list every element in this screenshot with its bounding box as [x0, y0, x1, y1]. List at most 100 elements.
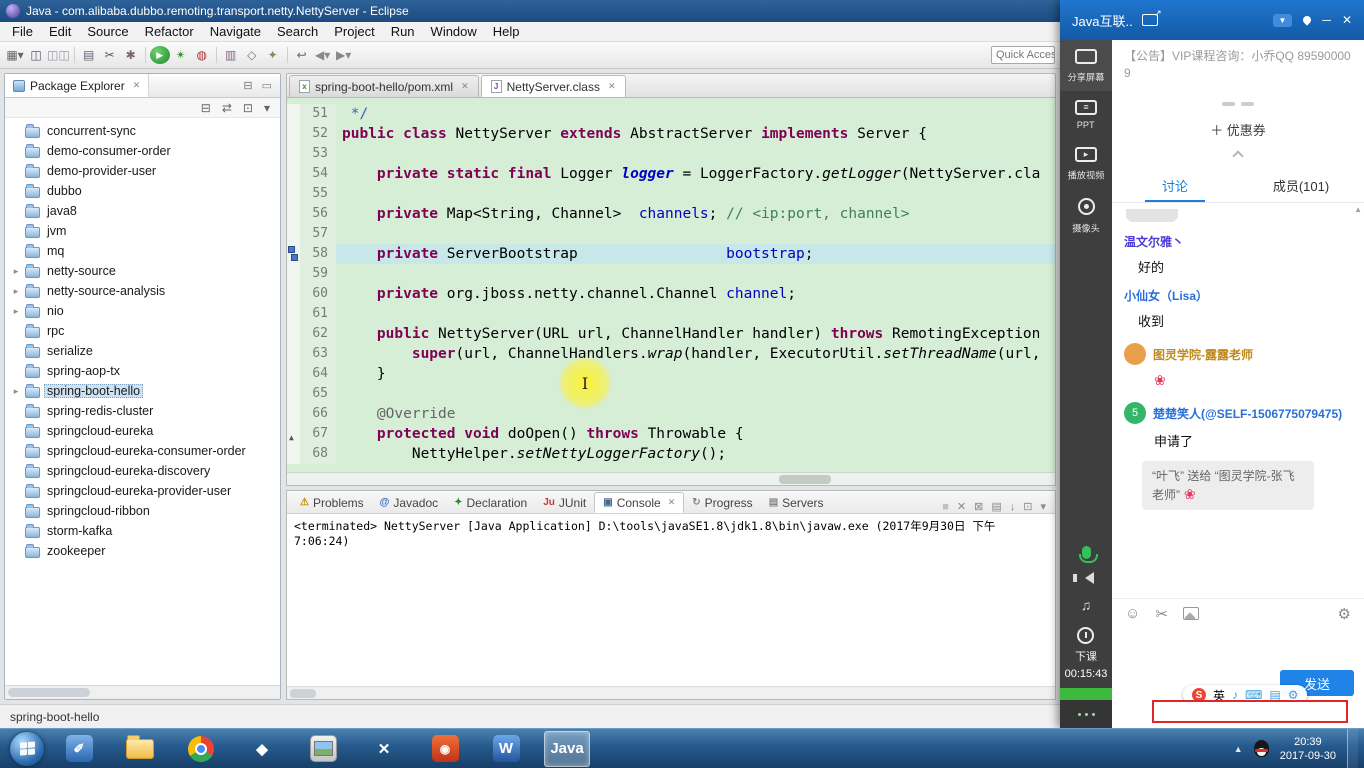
close-icon[interactable]: ✕ — [668, 497, 676, 508]
project-zookeeper[interactable]: zookeeper — [5, 541, 280, 561]
scissors-icon[interactable]: ✂ — [1155, 605, 1168, 623]
sidebar-camera[interactable]: 摄像头 — [1060, 189, 1112, 242]
avatar[interactable]: 5 — [1124, 402, 1146, 424]
menu-source[interactable]: Source — [79, 23, 136, 40]
console-hscrollbar[interactable] — [287, 686, 1055, 699]
console-tab-progress[interactable]: ↻ Progress — [684, 492, 760, 513]
print-icon[interactable]: ▤ — [79, 45, 99, 65]
menu-navigate[interactable]: Navigate — [202, 23, 269, 40]
code-line-62[interactable]: 62 public NettyServer(URL url, ChannelHa… — [287, 324, 1055, 344]
project-jvm[interactable]: jvm — [5, 221, 280, 241]
clear-console-icon[interactable]: ▤ — [991, 500, 1001, 513]
quick-access-box[interactable]: Quick Access — [991, 46, 1055, 64]
package-explorer-tab[interactable]: Package Explorer ✕ — [5, 74, 150, 97]
menu-run[interactable]: Run — [383, 23, 423, 40]
code-line-59[interactable]: 59 — [287, 264, 1055, 284]
taskbar-folder[interactable] — [117, 731, 163, 767]
scroll-lock-icon[interactable]: ↓ — [1010, 501, 1016, 513]
emoji-icon[interactable]: ☺ — [1125, 605, 1140, 622]
scrollbar-thumb[interactable] — [290, 689, 316, 698]
minimize-view-icon[interactable]: ⊟ — [243, 79, 252, 92]
console-output[interactable]: <terminated> NettyServer [Java Applicati… — [287, 514, 1055, 686]
chat-username[interactable]: 楚楚笑人(@SELF-1506775079475) — [1153, 405, 1342, 422]
taskbar-java-ide[interactable]: Java — [544, 730, 590, 767]
code-line-64[interactable]: 64 } — [287, 364, 1055, 384]
code-line-65[interactable]: 65 — [287, 384, 1055, 404]
code-editor[interactable]: 51 */52 public class NettyServer extends … — [286, 97, 1056, 486]
microphone-icon[interactable] — [1078, 546, 1098, 563]
project-rpc[interactable]: rpc — [5, 321, 280, 341]
console-tab-problems[interactable]: ⚠ Problems — [292, 492, 372, 513]
scrollbar-thumb[interactable] — [8, 688, 90, 697]
back-icon[interactable]: ◀▾ — [313, 45, 333, 65]
project-spring-aop-tx[interactable]: spring-aop-tx — [5, 361, 280, 381]
chat-username[interactable]: 小仙女（Lisa） — [1124, 287, 1352, 304]
taskbar-clock[interactable]: 20:39 2017-09-30 — [1280, 735, 1336, 763]
chat-tab-discussion[interactable]: 讨论 — [1112, 169, 1238, 202]
project-springcloud-eureka[interactable]: springcloud-eureka — [5, 421, 280, 441]
code-line-55[interactable]: 55 — [287, 184, 1055, 204]
code-line-54[interactable]: 54 private static final Logger logger = … — [287, 164, 1055, 184]
forward-icon[interactable]: ▶▾ — [334, 45, 354, 65]
project-springcloud-eureka-provider-user[interactable]: springcloud-eureka-provider-user — [5, 481, 280, 501]
sidebar-share-screen[interactable]: 分享屏幕 — [1060, 40, 1112, 91]
chat-username[interactable]: 图灵学院-露露老师 — [1153, 346, 1253, 363]
save-icon[interactable]: ◫ — [26, 45, 46, 65]
focus-icon[interactable]: ⊡ — [243, 101, 253, 115]
taskbar-blue-app[interactable]: ✐ — [56, 731, 102, 767]
view-menu-icon[interactable]: ▾ — [264, 101, 270, 115]
console-tab-declaration[interactable]: ✦ Declaration — [446, 492, 535, 513]
expand-arrow-icon[interactable]: ▸ — [11, 286, 21, 297]
image-icon[interactable] — [1182, 607, 1199, 620]
start-button[interactable] — [10, 731, 44, 766]
code-line-53[interactable]: 53 — [287, 144, 1055, 164]
terminate-icon[interactable]: ■ — [942, 501, 949, 513]
coverage-icon[interactable]: ◍ — [192, 45, 212, 65]
console-menu-icon[interactable]: ▾ — [1040, 500, 1046, 513]
close-icon[interactable]: ✕ — [608, 81, 616, 92]
last-edit-icon[interactable]: ↩ — [292, 45, 312, 65]
code-line-67[interactable]: ▲ 67 protected void doOpen() throws Throw… — [287, 424, 1055, 444]
maximize-view-icon[interactable]: ▭ — [262, 79, 272, 92]
close-icon[interactable]: ✕ — [1342, 13, 1352, 27]
project-concurrent-sync[interactable]: concurrent-sync — [5, 121, 280, 141]
taskbar-recorder[interactable]: ◉ — [422, 731, 468, 767]
scroll-up-icon[interactable]: ▲ — [1354, 205, 1362, 214]
console-tab-console[interactable]: ▣ Console ✕ — [594, 492, 685, 513]
pin-icon[interactable] — [1301, 14, 1314, 26]
sidebar-play-video[interactable]: ▸ 播放视频 — [1060, 138, 1112, 189]
code-line-63[interactable]: 63 super(url, ChannelHandlers.wrap(handl… — [287, 344, 1055, 364]
close-icon[interactable]: ✕ — [133, 80, 141, 91]
code-line-61[interactable]: 61 — [287, 304, 1055, 324]
collapse-chevron-icon[interactable] — [1112, 147, 1364, 162]
run-icon[interactable]: ▶ — [149, 46, 170, 64]
console-tab-javadoc[interactable]: @ Javadoc — [372, 492, 446, 513]
new-package-icon[interactable]: ▥ — [221, 45, 241, 65]
menu-refactor[interactable]: Refactor — [137, 23, 202, 40]
menu-edit[interactable]: Edit — [41, 23, 79, 40]
code-line-52[interactable]: 52 public class NettyServer extends Abstr… — [287, 124, 1055, 144]
code-line-58[interactable]: 58 private ServerBootstrap bootstrap; — [287, 244, 1055, 264]
collapse-all-icon[interactable]: ⊟ — [201, 101, 211, 115]
project-dubbo[interactable]: dubbo — [5, 181, 280, 201]
new-wizard-icon[interactable]: ▦▾ — [5, 45, 25, 65]
chat-tab-members[interactable]: 成员(101) — [1238, 169, 1364, 202]
scissors-icon[interactable]: ✂ — [100, 45, 120, 65]
chevron-down-icon[interactable]: ▼ — [1272, 13, 1293, 27]
code-line-56[interactable]: 56 private Map<String, Channel> channels… — [287, 204, 1055, 224]
project-springcloud-eureka-discovery[interactable]: springcloud-eureka-discovery — [5, 461, 280, 481]
editor-tab[interactable]: J NettyServer.class ✕ — [480, 75, 626, 97]
taskbar-red-x-app[interactable]: ✕ — [361, 731, 407, 767]
code-line-51[interactable]: 51 */ — [287, 104, 1055, 124]
expand-arrow-icon[interactable]: ▸ — [11, 386, 21, 397]
project-springcloud-ribbon[interactable]: springcloud-ribbon — [5, 501, 280, 521]
menu-help[interactable]: Help — [485, 23, 528, 40]
taskbar-word[interactable]: W — [483, 731, 529, 767]
music-icon[interactable]: ♫ — [1081, 597, 1092, 613]
chat-title-bar[interactable]: Java互联.. ▼ ─ ✕ — [1060, 0, 1364, 40]
remove-launch-icon[interactable]: ✕ — [957, 500, 966, 513]
project-demo-consumer-order[interactable]: demo-consumer-order — [5, 141, 280, 161]
project-java8[interactable]: java8 — [5, 201, 280, 221]
debug-icon[interactable]: ✴ — [171, 45, 191, 65]
taskbar-blue-diamond[interactable]: ◆ — [239, 731, 285, 767]
